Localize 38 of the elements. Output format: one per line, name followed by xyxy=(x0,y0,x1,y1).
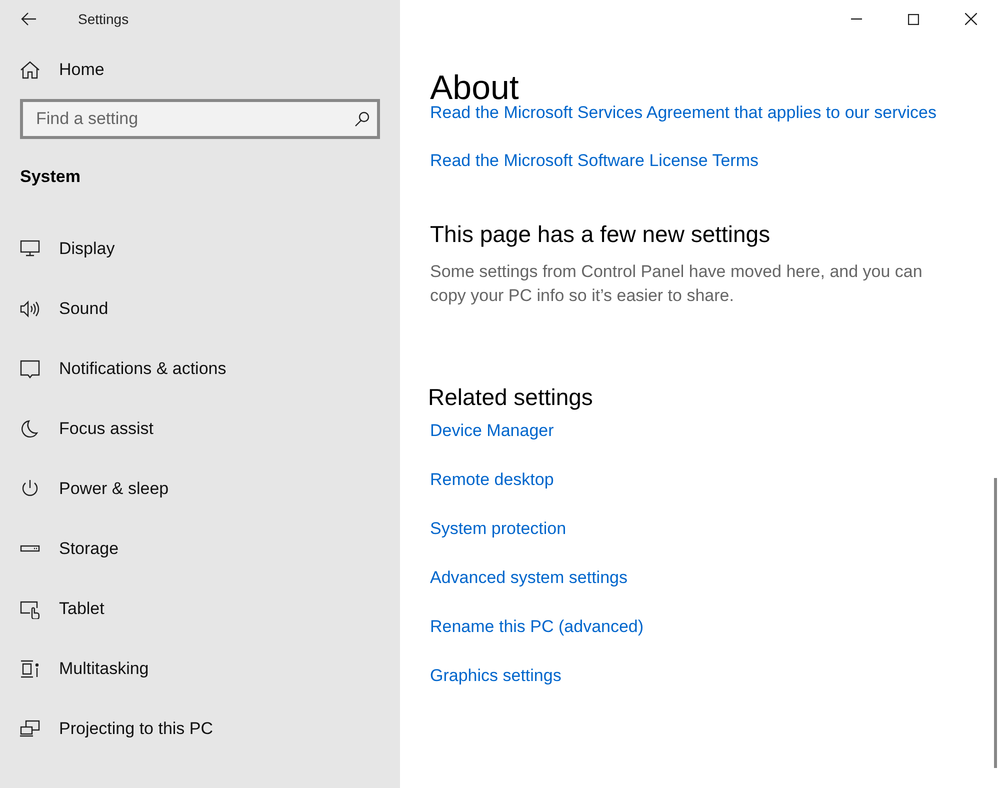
description-text: Some settings from Control Panel have moved here, and you can copy your PC info so it’s easier to share. xyxy=(430,261,924,307)
link[interactable]: Graphics settings xyxy=(430,666,562,685)
search-field[interactable]: Find a setting xyxy=(20,99,380,139)
sidebar-item[interactable]: Focus assist xyxy=(0,399,400,459)
power-icon xyxy=(20,479,40,499)
link[interactable]: Remote desktop xyxy=(430,470,554,489)
section-heading: Related settings xyxy=(428,383,594,411)
sidebar-item[interactable]: Tablet xyxy=(0,579,400,639)
sidebar-item[interactable]: Power & sleep xyxy=(0,459,400,519)
scrollbar[interactable] xyxy=(994,478,997,768)
minimize-icon xyxy=(851,18,862,20)
window-title: Settings xyxy=(78,11,129,27)
sidebar-item[interactable]: Notifications & actions xyxy=(0,339,400,399)
sidebar-item[interactable]: Storage xyxy=(0,519,400,579)
speaker-icon xyxy=(20,299,40,319)
sidebar-item[interactable]: Projecting to this PC xyxy=(0,699,400,759)
sidebar-item[interactable]: Sound xyxy=(0,279,400,339)
home-icon xyxy=(20,60,40,80)
moon-icon xyxy=(20,419,40,439)
link[interactable]: Read the Microsoft Software License Terms xyxy=(430,151,758,170)
back-button[interactable] xyxy=(21,12,37,26)
sidebar-item[interactable]: Display xyxy=(0,219,400,279)
sidebar-item[interactable]: Multitasking xyxy=(0,639,400,699)
section-heading: This page has a few new settings xyxy=(430,220,772,248)
link[interactable]: Advanced system settings xyxy=(430,568,628,587)
home-nav-item[interactable]: Home xyxy=(0,60,400,80)
projecting-icon xyxy=(20,719,40,739)
search-icon xyxy=(354,111,370,127)
speech-bubble-icon xyxy=(20,359,40,379)
monitor-icon xyxy=(20,239,40,259)
close-icon xyxy=(964,13,976,25)
multitasking-icon xyxy=(20,659,40,679)
link[interactable]: Device Manager xyxy=(430,421,554,440)
link[interactable]: System protection xyxy=(430,519,566,538)
tablet-touch-icon xyxy=(20,599,40,619)
maximize-icon xyxy=(908,14,919,24)
link[interactable]: Rename this PC (advanced) xyxy=(430,617,644,636)
section-heading: System xyxy=(20,167,82,187)
